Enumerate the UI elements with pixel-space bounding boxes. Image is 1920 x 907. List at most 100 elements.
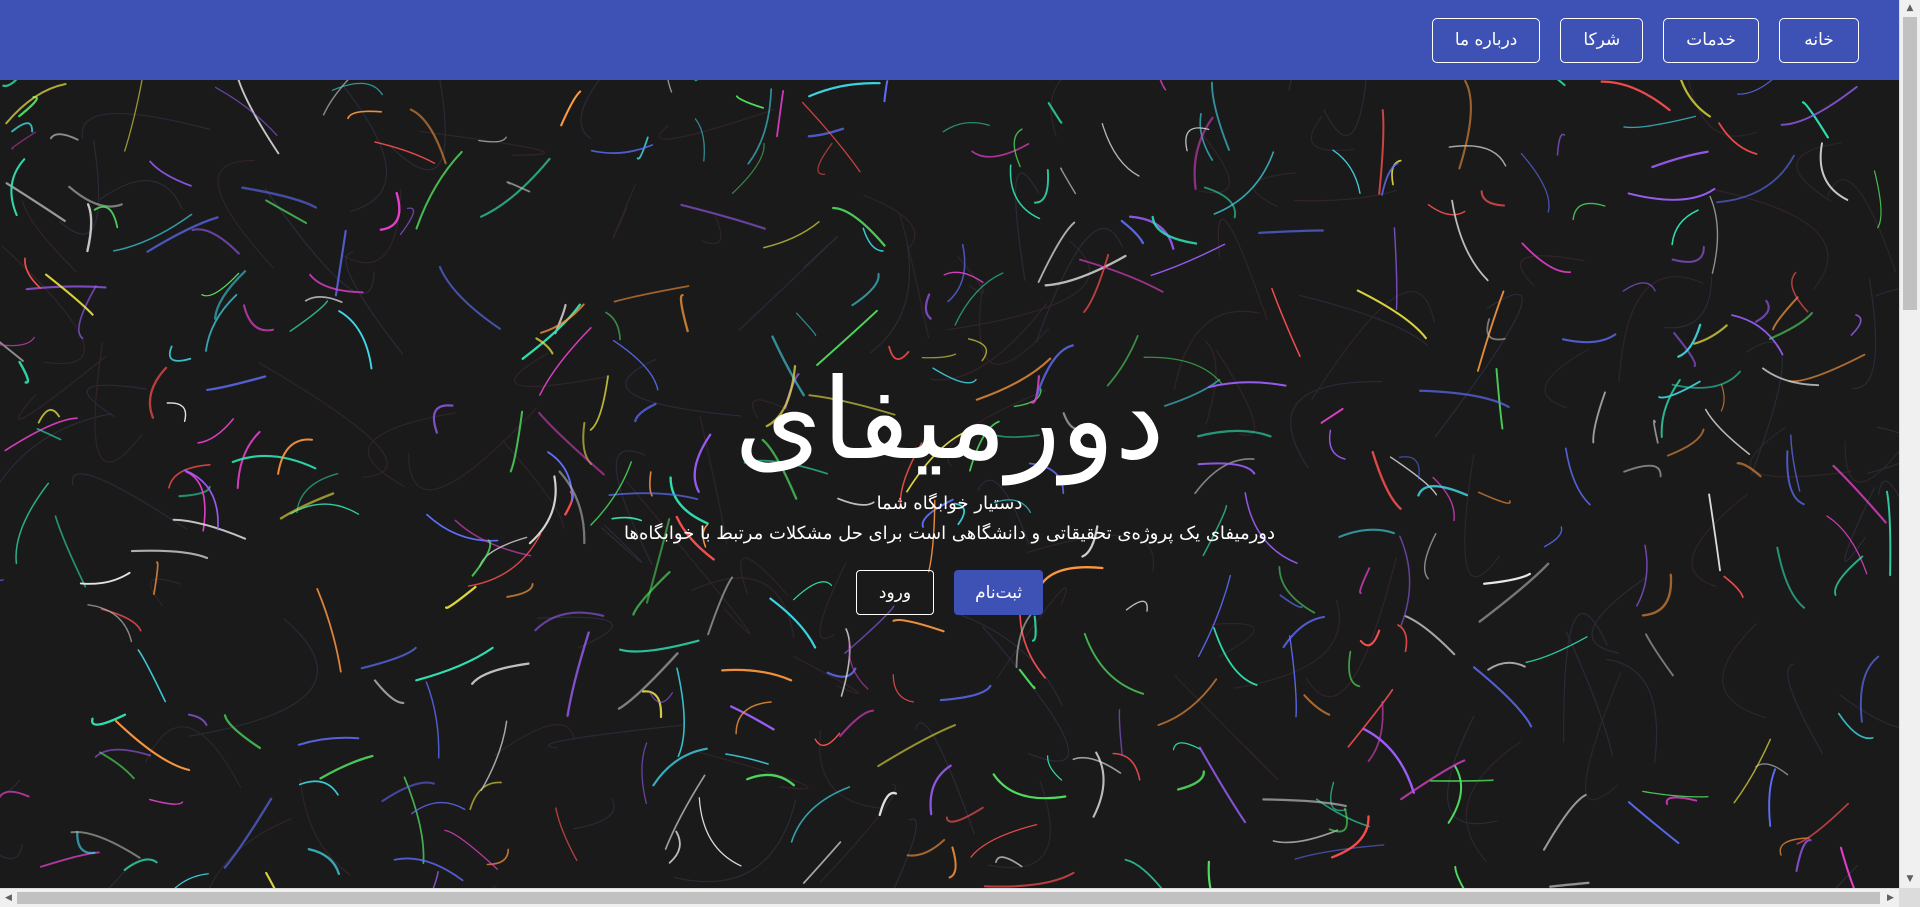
- background-strand: [99, 179, 183, 210]
- background-strand: [747, 88, 773, 165]
- background-strand: [480, 720, 508, 792]
- background-strand: [814, 732, 841, 747]
- background-strand: [0, 779, 21, 795]
- background-strand: [983, 871, 1075, 888]
- background-strand: [174, 873, 209, 888]
- background-strand: [1330, 815, 1370, 859]
- background-strand: [970, 823, 1038, 858]
- background-strand: [1258, 229, 1324, 235]
- background-strand: [1718, 122, 1758, 155]
- background-strand: [1347, 688, 1394, 748]
- background-strand: [1710, 188, 1829, 290]
- background-strand: [746, 773, 795, 787]
- background-strand: [1519, 255, 1585, 287]
- background-strand: [1875, 288, 1899, 297]
- background-strand: [345, 251, 404, 355]
- background-strand: [694, 118, 705, 162]
- background-strand: [223, 797, 273, 869]
- vertical-scrollbar[interactable]: ▲ ▼: [1899, 0, 1920, 888]
- background-strand: [1397, 624, 1408, 653]
- background-strand: [537, 616, 613, 649]
- background-strand: [1556, 80, 1566, 87]
- background-strand: [673, 799, 797, 883]
- background-strand: [817, 142, 833, 175]
- background-strand: [795, 312, 817, 337]
- horizontal-scrollbar[interactable]: ◀ ▶: [0, 888, 1899, 907]
- background-strand: [1262, 798, 1347, 808]
- hero-section: دورمیفای دستیار خوابگاه شما دورمیفای یک …: [0, 80, 1899, 888]
- background-strand: [839, 709, 875, 738]
- background-strand: [1332, 149, 1361, 194]
- background-strand: [0, 336, 35, 347]
- background-strand: [204, 293, 238, 352]
- background-strand: [1050, 80, 1062, 137]
- background-strand: [1072, 756, 1122, 774]
- background-strand: [425, 681, 440, 759]
- background-strand: [115, 720, 191, 772]
- background-strand: [1310, 115, 1355, 151]
- background-strand: [1328, 807, 1348, 833]
- background-strand: [11, 122, 34, 133]
- background-strand: [1787, 663, 1824, 755]
- background-strand: [444, 829, 498, 870]
- background-strand: [91, 713, 127, 726]
- background-strand: [1585, 672, 1622, 801]
- background-strand: [1839, 846, 1856, 888]
- background-strand: [948, 846, 957, 879]
- background-strand: [1565, 631, 1614, 758]
- background-strand: [1124, 858, 1163, 888]
- background-strand: [471, 662, 530, 685]
- background-strand: [1688, 80, 1757, 137]
- login-button[interactable]: ورود: [855, 570, 935, 615]
- vertical-scroll-thumb[interactable]: [1903, 17, 1917, 310]
- background-strand: [304, 296, 343, 303]
- background-strand: [992, 773, 1067, 800]
- background-strand: [137, 649, 167, 703]
- background-strand: [1176, 770, 1206, 791]
- background-strand: [1642, 790, 1709, 798]
- background-strand: [49, 133, 79, 141]
- background-strand: [298, 780, 339, 796]
- scroll-left-arrow-icon[interactable]: ◀: [0, 889, 17, 907]
- background-strand: [411, 802, 466, 815]
- background-strand: [1627, 801, 1680, 844]
- background-strand: [0, 790, 30, 799]
- scroll-down-arrow-icon[interactable]: ▼: [1900, 871, 1920, 888]
- background-strand: [725, 753, 769, 765]
- background-strand: [374, 141, 436, 164]
- background-strand: [1362, 727, 1415, 794]
- background-strand: [1151, 215, 1198, 245]
- hero-content: دورمیفای دستیار خوابگاه شما دورمیفای یک …: [0, 350, 1899, 615]
- scroll-right-arrow-icon[interactable]: ▶: [1882, 889, 1899, 907]
- background-strand: [1480, 190, 1506, 207]
- nav-home-button[interactable]: خانه: [1779, 17, 1859, 63]
- nav-about-button[interactable]: درباره ما: [1431, 17, 1541, 63]
- background-strand: [1722, 622, 1767, 719]
- background-strand: [1293, 189, 1397, 202]
- background-strand: [869, 242, 911, 354]
- background-strand: [1465, 741, 1522, 863]
- background-strand: [214, 86, 278, 136]
- scroll-up-arrow-icon[interactable]: ▲: [1900, 0, 1920, 17]
- horizontal-scroll-thumb[interactable]: [17, 892, 1880, 904]
- background-strand: [86, 203, 93, 253]
- background-strand: [851, 272, 880, 307]
- background-strand: [1487, 661, 1526, 671]
- background-strand: [924, 293, 932, 320]
- background-strand: [667, 80, 673, 93]
- background-strand: [995, 856, 1023, 868]
- background-strand: [99, 751, 135, 780]
- signup-button[interactable]: ثبت‌نام: [954, 570, 1044, 615]
- background-strand: [1709, 195, 1719, 274]
- background-strand: [191, 228, 240, 255]
- background-strand: [1737, 80, 1773, 95]
- background-strand: [148, 798, 184, 805]
- background-strand: [1207, 860, 1212, 888]
- background-strand: [1542, 793, 1587, 851]
- background-strand: [658, 108, 775, 140]
- nav-partners-button[interactable]: شرکا: [1560, 17, 1644, 63]
- nav-services-button[interactable]: خدمات: [1663, 17, 1759, 63]
- background-strand: [438, 265, 501, 330]
- background-strand: [1605, 658, 1658, 764]
- background-strand: [334, 229, 347, 297]
